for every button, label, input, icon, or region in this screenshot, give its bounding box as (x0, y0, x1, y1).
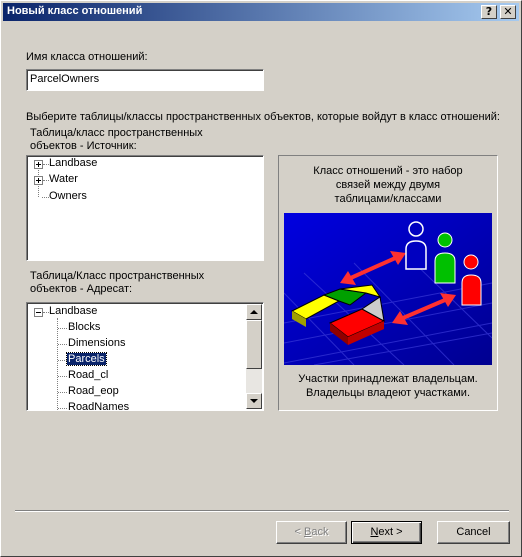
tree-connector (58, 344, 67, 345)
destination-label-line2: объектов - Адресат: (30, 283, 133, 295)
source-label-line1: Таблица/класс пространственных (30, 127, 203, 139)
destination-item-landbase[interactable]: Landbase (49, 305, 97, 317)
tree-connector (58, 408, 67, 409)
source-tree[interactable]: Landbase Water Owners (26, 155, 264, 261)
scroll-up-button[interactable] (246, 304, 262, 320)
destination-tree[interactable]: Landbase Blocks Dimensions Parcels Road_… (26, 302, 264, 411)
expand-icon[interactable] (34, 176, 43, 185)
expand-icon[interactable] (34, 160, 43, 169)
destination-item-blocks[interactable]: Blocks (68, 321, 100, 333)
source-item-owners[interactable]: Owners (49, 190, 87, 202)
collapse-icon[interactable] (34, 308, 43, 317)
destination-label-line1: Таблица/Класс пространственных (30, 270, 205, 282)
tree-connector (57, 318, 58, 410)
help-button[interactable]: ? (481, 5, 497, 19)
info-top-line1: Класс отношений - это набор (313, 165, 463, 177)
relationship-illustration (284, 213, 492, 365)
back-rest: ack (311, 526, 329, 538)
tree-connector (58, 360, 67, 361)
window-title: Новый класс отношений (7, 5, 143, 17)
close-button[interactable]: ✕ (500, 5, 516, 19)
info-top-line3: таблицами/классами (334, 193, 442, 205)
tree-connector (58, 392, 67, 393)
back-prefix: < (294, 526, 304, 538)
relationship-name-value: ParcelOwners (30, 73, 100, 85)
tree-connector (58, 328, 67, 329)
arrow-down-icon (250, 399, 258, 403)
back-button[interactable]: < Back (276, 521, 347, 544)
destination-item-parcels[interactable]: Parcels (66, 352, 107, 366)
info-panel: Класс отношений - это набор связей между… (278, 155, 498, 411)
source-item-landbase[interactable]: Landbase (49, 157, 97, 169)
separator (15, 510, 509, 512)
destination-item-road-cl[interactable]: Road_cl (68, 369, 108, 381)
destination-item-dimensions[interactable]: Dimensions (68, 337, 125, 349)
destination-item-roadnames[interactable]: RoadNames (68, 401, 129, 410)
destination-scrollbar[interactable] (246, 304, 262, 409)
next-rest: ext > (378, 526, 403, 538)
tree-connector (42, 197, 49, 198)
info-bottom-line1: Участки принадлежат владельцам. (298, 373, 478, 385)
title-bar[interactable]: Новый класс отношений ? ✕ (3, 3, 519, 21)
relationship-name-input[interactable]: ParcelOwners (26, 69, 264, 91)
next-button[interactable]: Next > (351, 521, 422, 544)
dialog-window: Новый класс отношений ? ✕ Имя класса отн… (0, 0, 522, 557)
cancel-button[interactable]: Cancel (437, 521, 510, 544)
info-bottom-line2: Владельцы владеют участками. (305, 387, 471, 399)
scroll-thumb[interactable] (246, 320, 262, 369)
instruction-text: Выберите таблицы/классы пространственных… (26, 111, 500, 123)
source-label-line2: объектов - Источник: (30, 140, 137, 152)
arrow-up-icon (250, 310, 258, 314)
scroll-down-button[interactable] (246, 393, 262, 409)
relationship-name-label: Имя класса отношений: (26, 51, 148, 63)
source-item-water[interactable]: Water (49, 173, 78, 185)
info-top-line2: связей между двумя (335, 179, 441, 191)
destination-item-road-eop[interactable]: Road_eop (68, 385, 119, 397)
tree-connector (58, 376, 67, 377)
